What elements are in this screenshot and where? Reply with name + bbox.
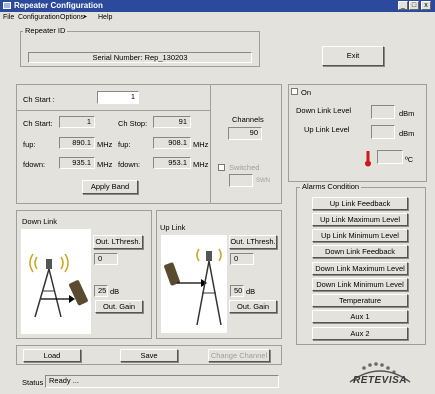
- fup-unit: MHz: [97, 140, 113, 149]
- fdown-field-2: 953.1: [153, 157, 191, 169]
- fdown-label-2: fdown:: [118, 160, 141, 169]
- downlink-label: Down Link: [22, 217, 58, 226]
- switched-label: Switched: [229, 163, 260, 172]
- save-button[interactable]: Save: [120, 349, 178, 362]
- downlink-level-field: [371, 105, 395, 119]
- uplink-thresh-field: 0: [230, 253, 254, 265]
- fdown-unit: MHz: [97, 160, 113, 169]
- fdown-field: 935.1: [59, 157, 95, 169]
- exit-button[interactable]: Exit: [322, 46, 384, 66]
- uplink-level-unit: dBm: [399, 129, 415, 138]
- switched-field: [229, 174, 253, 187]
- alarm-downlink-min-level[interactable]: Down Link Minimum Level: [312, 278, 408, 291]
- uplink-gain-unit: dB: [246, 287, 256, 296]
- downlink-gain-unit: dB: [110, 287, 120, 296]
- thermometer-icon: [365, 151, 371, 167]
- ch-start-label: Ch Start :: [23, 95, 55, 104]
- alarm-aux-1[interactable]: Aux 1: [312, 310, 408, 323]
- fup-field: 890.1: [59, 137, 95, 149]
- uplink-thresh-button[interactable]: Out. LThresh.: [229, 235, 277, 249]
- fup-label-2: fup:: [118, 140, 131, 149]
- downlink-thresh-button[interactable]: Out. LThresh.: [93, 235, 143, 249]
- status-label: Status: [22, 378, 44, 387]
- switched-unit: SWN: [256, 178, 270, 184]
- on-checkbox[interactable]: [291, 88, 298, 95]
- minimize-button[interactable]: _: [398, 1, 408, 10]
- channels-label: Channels: [232, 115, 264, 124]
- serial-number-field: Serial Number: Rep_130203: [28, 52, 252, 63]
- alarm-temperature[interactable]: Temperature: [312, 294, 408, 307]
- downlink-level-label: Down Link Level: [296, 106, 352, 115]
- downlink-level-unit: dBm: [399, 109, 415, 118]
- downlink-gain-field: 25: [94, 285, 108, 297]
- downlink-gain-button[interactable]: Out. Gain: [95, 300, 143, 313]
- fup-field-2: 908.1: [153, 137, 191, 149]
- ch-start-field: 1: [59, 116, 95, 128]
- uplink-gain-button[interactable]: Out. Gain: [229, 300, 277, 313]
- menu-options[interactable]: Options: [60, 13, 84, 22]
- change-channel-button[interactable]: Change Channel: [208, 349, 270, 362]
- menu-help[interactable]: Help: [98, 13, 112, 22]
- uplink-label: Up Link: [160, 223, 186, 232]
- uplink-antenna-icon: [164, 248, 222, 326]
- alarms-label: Alarms Condition: [300, 182, 362, 191]
- fup-label: fup:: [23, 140, 36, 149]
- ch-start-input[interactable]: 1: [97, 91, 139, 104]
- title-bar[interactable]: Repeater Configuration _ □ x: [0, 0, 435, 12]
- uplink-gain-field: 50: [230, 285, 244, 297]
- repeater-id-label: Repeater ID: [23, 26, 68, 35]
- close-button[interactable]: x: [421, 1, 431, 10]
- temperature-field: [377, 150, 403, 164]
- uplink-level-label: Up Link Level: [304, 125, 350, 134]
- downlink-antenna-icon: [29, 253, 88, 318]
- company-logo: RETEVISA: [344, 358, 416, 388]
- switched-checkbox[interactable]: [218, 164, 225, 171]
- temperature-unit: ºC: [405, 155, 414, 164]
- alarm-uplink-min-level[interactable]: Up Link Minimum Level: [312, 229, 408, 242]
- fdown-unit-2: MHz: [193, 160, 209, 169]
- maximize-button[interactable]: □: [409, 1, 419, 10]
- channels-field: 90: [228, 127, 262, 140]
- alarm-aux-2[interactable]: Aux 2: [312, 327, 408, 340]
- channel-divider: [16, 110, 210, 111]
- menu-options-arrow: ▸: [84, 14, 88, 20]
- downlink-diagram: [21, 229, 91, 334]
- menu-file[interactable]: File: [3, 13, 14, 22]
- menu-configuration[interactable]: Configuration: [18, 13, 60, 22]
- alarm-uplink-feedback[interactable]: Up Link Feedback: [312, 197, 408, 210]
- alarm-downlink-max-level[interactable]: Down Link Maximum Level: [312, 262, 408, 275]
- logo-text: RETEVISA: [352, 375, 407, 386]
- status-field: Ready ...: [45, 375, 279, 388]
- downlink-thresh-field: 0: [94, 253, 118, 265]
- fdown-label: fdown:: [23, 160, 46, 169]
- alarm-downlink-feedback[interactable]: Down Link Feedback: [312, 245, 408, 258]
- menu-bar: File Configuration Options ▸ Help: [0, 12, 435, 23]
- on-label: On: [301, 88, 312, 97]
- apply-band-button[interactable]: Apply Band: [82, 180, 138, 194]
- uplink-level-field: [371, 125, 395, 139]
- window-title: Repeater Configuration: [14, 1, 103, 10]
- ch-stop-label: Ch Stop:: [118, 119, 148, 128]
- alarm-uplink-max-level[interactable]: Up Link Maximum Level: [312, 213, 408, 226]
- app-icon: [3, 2, 11, 9]
- ch-stop-field: 91: [153, 116, 191, 128]
- ch-start-label-2: Ch Start:: [23, 119, 53, 128]
- uplink-diagram: [161, 235, 227, 333]
- fup-unit-2: MHz: [193, 140, 209, 149]
- app-window: Repeater Configuration _ □ x File Config…: [0, 0, 435, 394]
- load-button[interactable]: Load: [23, 349, 81, 362]
